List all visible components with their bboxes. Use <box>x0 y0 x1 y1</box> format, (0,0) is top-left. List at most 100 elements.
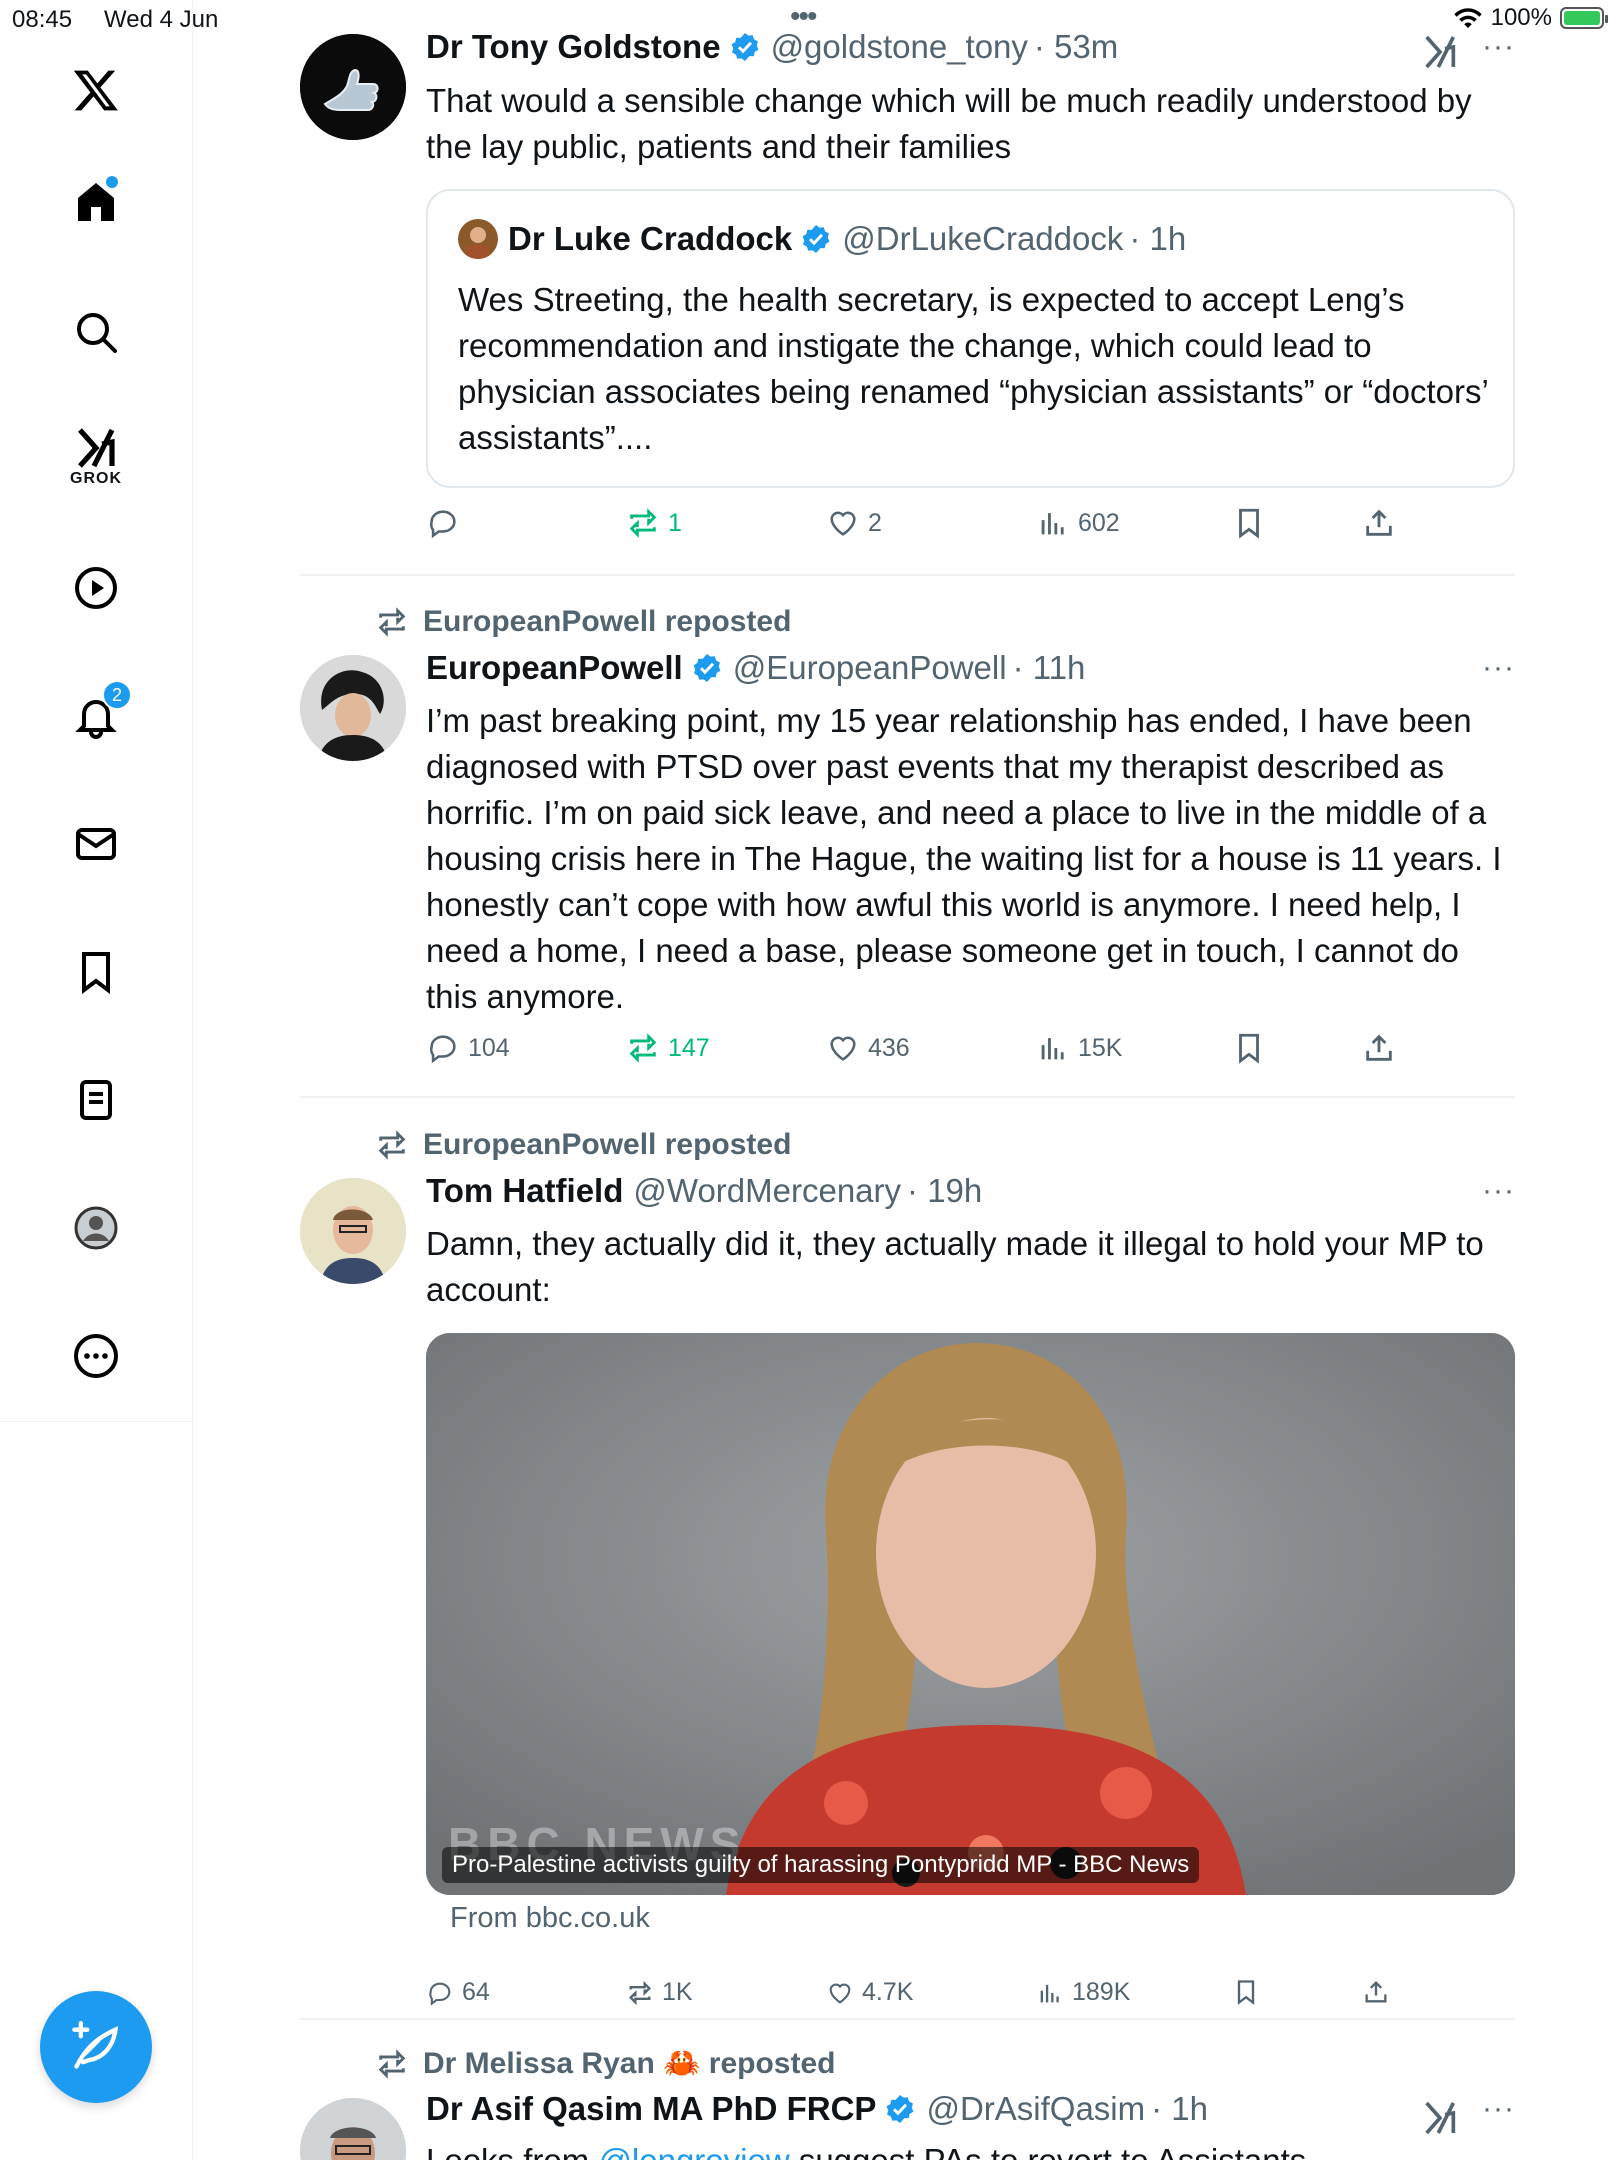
sidebar-item-lists[interactable] <box>46 1060 146 1140</box>
reply-icon <box>429 1982 451 2006</box>
author-name[interactable]: EuropeanPowell <box>426 649 683 687</box>
sidebar-item-video[interactable] <box>46 548 146 628</box>
tweet-text: Damn, they actually did it, they actuall… <box>426 1225 1484 1308</box>
share-button[interactable] <box>1362 1978 1390 2006</box>
grok-label: GROK <box>70 470 122 487</box>
sidebar-item-bookmarks[interactable] <box>46 932 146 1012</box>
compose-post-button[interactable] <box>40 1991 152 2103</box>
quoted-tweet[interactable]: Dr Luke Craddock @DrLukeCraddock · 1h We… <box>426 189 1515 488</box>
home-unread-dot <box>106 176 118 188</box>
avatar[interactable] <box>300 655 406 761</box>
heart-icon <box>830 1036 856 1061</box>
bookmark-icon <box>1237 1980 1255 2005</box>
search-icon <box>77 313 117 353</box>
bookmark-button[interactable] <box>1232 1031 1266 1065</box>
tweet-header: Dr Asif Qasim MA PhD FRCP @DrAsifQasim ·… <box>426 2090 1208 2128</box>
repost-context[interactable]: EuropeanPowell reposted <box>375 1128 791 1162</box>
tweet-text: I’m past breaking point, my 15 year rela… <box>426 702 1502 1015</box>
sidebar-item-profile[interactable] <box>46 1188 146 1268</box>
repost-icon <box>378 2048 406 2079</box>
bookmark-icon <box>1239 508 1259 539</box>
tweet-divider <box>300 2018 1515 2020</box>
like-button[interactable]: 436 <box>826 1031 910 1065</box>
more-options-button[interactable]: ··· <box>1482 30 1515 64</box>
heart-icon <box>830 511 856 536</box>
views-chart-icon <box>1040 1984 1059 2002</box>
quoted-tweet-text: Wes Streeting, the health secretary, is … <box>458 281 1488 456</box>
x-logo[interactable] <box>46 50 146 130</box>
repost-button[interactable]: 1 <box>626 506 682 540</box>
reply-button[interactable]: 64 <box>426 1978 490 2007</box>
reply-count: 64 <box>462 1978 490 2006</box>
repost-icon <box>629 1980 651 2005</box>
like-button[interactable]: 4.7K <box>826 1978 913 2007</box>
avatar[interactable] <box>300 34 406 140</box>
repost-count: 147 <box>668 1033 710 1062</box>
author-handle[interactable]: @WordMercenary <box>633 1172 901 1210</box>
avatar[interactable] <box>300 1178 406 1284</box>
repost-icon <box>629 1033 657 1063</box>
link-source[interactable]: From bbc.co.uk <box>450 1902 650 1935</box>
mail-icon <box>76 828 116 860</box>
repost-button[interactable]: 1K <box>626 1978 693 2007</box>
sidebar-item-home[interactable] <box>46 162 146 242</box>
repost-context[interactable]: Dr Melissa Ryan 🦀 reposted <box>375 2046 836 2081</box>
more-options-button[interactable]: ··· <box>1482 651 1515 685</box>
sidebar-item-messages[interactable] <box>46 804 146 884</box>
reply-icon <box>430 1035 456 1064</box>
post-time[interactable]: · 1h <box>1151 2090 1208 2128</box>
bookmark-button[interactable] <box>1232 506 1266 540</box>
repost-context[interactable]: EuropeanPowell reposted <box>375 605 791 639</box>
post-time[interactable]: · 19h <box>907 1172 982 1210</box>
repost-count: 1K <box>662 1978 693 2006</box>
news-photo <box>426 1333 1515 1895</box>
author-name[interactable]: Tom Hatfield <box>426 1172 623 1210</box>
views-button[interactable]: 15K <box>1036 1031 1122 1065</box>
tweet-actions: 64 1K 4.7K 189K <box>426 1978 1426 2022</box>
share-button[interactable] <box>1362 1031 1396 1065</box>
sidebar-item-more[interactable] <box>46 1316 146 1396</box>
link-card-image[interactable]: BBC NEWS Pro-Palestine activists guilty … <box>426 1333 1515 1895</box>
views-button[interactable]: 602 <box>1036 506 1120 540</box>
view-count: 189K <box>1072 1978 1131 2006</box>
author-name[interactable]: Dr Tony Goldstone <box>426 28 721 66</box>
repost-count: 1 <box>668 508 682 537</box>
reply-button[interactable]: 104 <box>426 1031 510 1065</box>
notifications-badge: 2 <box>102 680 132 710</box>
avatar[interactable] <box>300 2098 406 2160</box>
grok-explain-icon[interactable] <box>1420 2098 1460 2138</box>
author-name[interactable]: Dr Asif Qasim MA PhD FRCP <box>426 2090 876 2128</box>
reply-icon <box>430 510 456 539</box>
bookmark-icon <box>1239 1033 1259 1064</box>
more-options-button[interactable]: ··· <box>1482 2092 1515 2126</box>
status-right: 100% <box>1453 4 1608 32</box>
battery-percent: 100% <box>1490 4 1552 31</box>
sidebar-item-notifications[interactable]: 2 <box>46 676 146 756</box>
repost-button[interactable]: 147 <box>626 1031 710 1065</box>
tweet-header: EuropeanPowell @EuropeanPowell · 11h <box>426 649 1085 687</box>
bookmark-button[interactable] <box>1232 1978 1260 2006</box>
quoted-post-time: · 1h <box>1129 220 1187 257</box>
grok-explain-icon[interactable] <box>1420 32 1460 72</box>
post-time[interactable]: · 53m <box>1034 28 1118 66</box>
like-button[interactable]: 2 <box>826 506 882 540</box>
post-time[interactable]: · 11h <box>1013 649 1086 687</box>
author-handle[interactable]: @goldstone_tony <box>771 28 1028 66</box>
battery-icon <box>1560 7 1608 29</box>
reply-button[interactable] <box>426 506 468 540</box>
tweet-text: That would a sensible change which will … <box>426 82 1472 165</box>
like-count: 4.7K <box>862 1978 914 2006</box>
mention-link[interactable]: @lengreview <box>598 2142 789 2160</box>
video-play-icon <box>75 567 117 609</box>
share-button[interactable] <box>1362 506 1396 540</box>
author-handle[interactable]: @EuropeanPowell <box>733 649 1007 687</box>
author-handle[interactable]: @DrAsifQasim <box>926 2090 1145 2128</box>
more-options-button[interactable]: ··· <box>1482 1174 1515 1208</box>
sidebar-item-grok[interactable]: GROK <box>46 416 146 496</box>
views-button[interactable]: 189K <box>1036 1978 1130 2007</box>
quoted-author-handle: @DrLukeCraddock <box>842 220 1124 257</box>
quoted-tweet-header: Dr Luke Craddock @DrLukeCraddock · 1h <box>458 219 1186 259</box>
tweet-divider <box>300 574 1515 576</box>
sidebar-item-search[interactable] <box>46 292 146 372</box>
grok-icon <box>78 428 115 468</box>
